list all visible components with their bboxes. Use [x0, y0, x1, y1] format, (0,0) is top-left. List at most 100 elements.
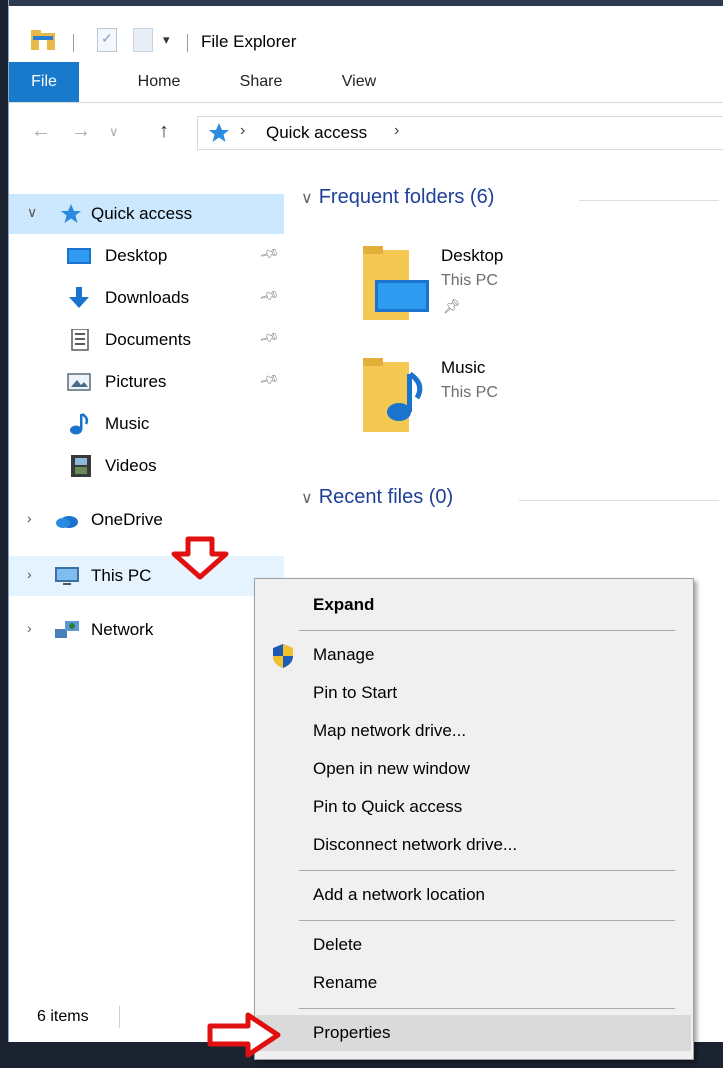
pin-icon: 📌︎ — [258, 326, 281, 349]
sidebar-item-quick-access[interactable]: ∨ Quick access — [9, 194, 284, 234]
folder-tile-desktop[interactable]: Desktop This PC 📌︎ — [361, 242, 721, 342]
tab-view[interactable]: View — [331, 62, 387, 102]
sidebar-item-desktop[interactable]: Desktop 📌︎ — [9, 236, 284, 276]
sidebar-item-label: Network — [91, 620, 154, 639]
menu-item-manage[interactable]: Manage — [257, 637, 691, 673]
menu-item-rename[interactable]: Rename — [257, 965, 691, 1001]
menu-item-expand[interactable]: Expand — [257, 587, 691, 623]
menu-item-label: Manage — [313, 645, 375, 664]
customize-toolbar-dropdown-icon[interactable]: ▾ — [163, 32, 170, 48]
menu-item-disconnect-network-drive[interactable]: Disconnect network drive... — [257, 827, 691, 863]
pictures-icon — [67, 373, 91, 391]
uac-shield-icon — [273, 644, 293, 668]
menu-separator — [299, 920, 675, 921]
sidebar-item-onedrive[interactable]: › OneDrive — [9, 500, 284, 540]
up-arrow-icon[interactable]: ↑ — [159, 120, 169, 143]
menu-separator — [299, 1008, 675, 1009]
onedrive-cloud-icon — [56, 516, 78, 528]
collapse-chevron-icon[interactable]: ∨ — [301, 490, 313, 507]
music-note-icon — [70, 413, 89, 435]
back-arrow-icon[interactable]: ← — [31, 120, 51, 143]
folder-location: This PC — [441, 272, 498, 289]
folder-name: Music — [441, 358, 486, 377]
menu-item-label: Pin to Quick access — [313, 797, 463, 816]
sidebar-item-documents[interactable]: Documents 📌︎ — [9, 320, 284, 360]
sidebar-item-network[interactable]: › Network — [9, 610, 284, 650]
folder-tile-music[interactable]: Music This PC — [361, 354, 721, 454]
menu-item-label: Rename — [313, 973, 378, 992]
title-bar: ▾ File Explorer — [9, 6, 723, 62]
item-count: 6 items — [37, 1008, 89, 1025]
sidebar-item-downloads[interactable]: Downloads 📌︎ — [9, 278, 284, 318]
collapsed-chevron-icon[interactable]: › — [27, 620, 32, 636]
collapsed-chevron-icon[interactable]: › — [27, 566, 32, 582]
context-menu: Expand Manage Pin to Start Map network d… — [254, 578, 694, 1060]
toolbar-separator — [73, 34, 74, 52]
sidebar-item-label: Downloads — [105, 288, 190, 307]
group-divider — [519, 500, 719, 501]
pin-icon: 📌︎ — [258, 368, 281, 391]
menu-item-delete[interactable]: Delete — [257, 927, 691, 963]
sidebar-item-music[interactable]: Music — [9, 404, 284, 444]
menu-item-add-network-location[interactable]: Add a network location — [257, 877, 691, 913]
sidebar-item-label: Desktop — [105, 246, 168, 265]
recent-locations-chevron-icon[interactable]: ∨ — [109, 124, 119, 140]
annotation-right-arrow-icon — [207, 1012, 281, 1058]
ribbon-tabs: File Home Share View — [9, 62, 723, 103]
menu-item-map-network-drive[interactable]: Map network drive... — [257, 713, 691, 749]
folder-name: Desktop — [441, 246, 504, 265]
group-header-label: Frequent folders (6) — [318, 186, 495, 208]
menu-item-label: Expand — [313, 595, 375, 614]
menu-item-pin-to-start[interactable]: Pin to Start — [257, 675, 691, 711]
window-title: File Explorer — [201, 32, 297, 51]
menu-item-label: Delete — [313, 935, 363, 954]
breadcrumb-chevron-icon[interactable]: › — [240, 122, 245, 140]
menu-item-pin-to-quick-access[interactable]: Pin to Quick access — [257, 789, 691, 825]
menu-item-label: Add a network location — [313, 885, 485, 904]
group-header-label: Recent files (0) — [318, 486, 454, 508]
tab-home[interactable]: Home — [129, 62, 189, 102]
sidebar-item-this-pc[interactable]: › This PC — [9, 556, 284, 596]
toolbar-separator — [187, 34, 188, 52]
group-header-frequent-folders[interactable]: ∨ Frequent folders (6) — [301, 186, 494, 209]
address-bar[interactable]: › Quick access › — [197, 116, 723, 150]
breadcrumb-chevron-icon[interactable]: › — [394, 122, 399, 140]
navigation-bar: ← → ∨ ↑ › Quick access › — [9, 110, 723, 154]
menu-item-label: Disconnect network drive... — [313, 835, 518, 854]
folder-location: This PC — [441, 384, 498, 401]
pin-icon: 📌︎ — [258, 284, 281, 307]
collapse-chevron-icon[interactable]: ∨ — [301, 190, 313, 207]
new-folder-icon[interactable] — [133, 28, 153, 52]
group-divider — [579, 200, 719, 201]
desktop-folder-icon — [363, 246, 429, 320]
forward-arrow-icon[interactable]: → — [71, 120, 91, 143]
pin-icon: 📌︎ — [258, 242, 281, 265]
menu-item-properties[interactable]: Properties — [257, 1015, 691, 1051]
computer-monitor-icon — [55, 567, 79, 585]
sidebar-item-label: Videos — [105, 456, 157, 475]
desktop-icon — [67, 248, 91, 264]
group-header-recent-files[interactable]: ∨ Recent files (0) — [301, 486, 453, 509]
sidebar-item-videos[interactable]: Videos — [9, 446, 284, 486]
menu-separator — [299, 870, 675, 871]
collapsed-chevron-icon[interactable]: › — [27, 510, 32, 526]
menu-item-label: Properties — [313, 1023, 391, 1042]
menu-separator — [299, 630, 675, 631]
pin-icon: 📌︎ — [443, 298, 461, 314]
tab-file[interactable]: File — [9, 62, 79, 102]
menu-item-open-in-new-window[interactable]: Open in new window — [257, 751, 691, 787]
network-icon — [55, 621, 79, 638]
music-folder-icon — [363, 358, 423, 432]
expanded-chevron-icon[interactable]: ∨ — [27, 204, 37, 221]
folder-icon[interactable] — [31, 30, 55, 50]
menu-item-label: Map network drive... — [313, 721, 467, 740]
status-separator — [119, 1006, 120, 1028]
annotation-down-arrow-icon — [171, 536, 229, 580]
properties-icon[interactable] — [97, 28, 117, 52]
sidebar-item-label: This PC — [91, 566, 152, 585]
navigation-pane: ∨ Quick access Desktop 📌︎ Downloads 📌︎ D… — [9, 154, 289, 1014]
sidebar-item-pictures[interactable]: Pictures 📌︎ — [9, 362, 284, 402]
breadcrumb-quick-access[interactable]: Quick access — [266, 123, 367, 143]
tab-share[interactable]: Share — [229, 62, 293, 102]
menu-item-label: Pin to Start — [313, 683, 398, 702]
